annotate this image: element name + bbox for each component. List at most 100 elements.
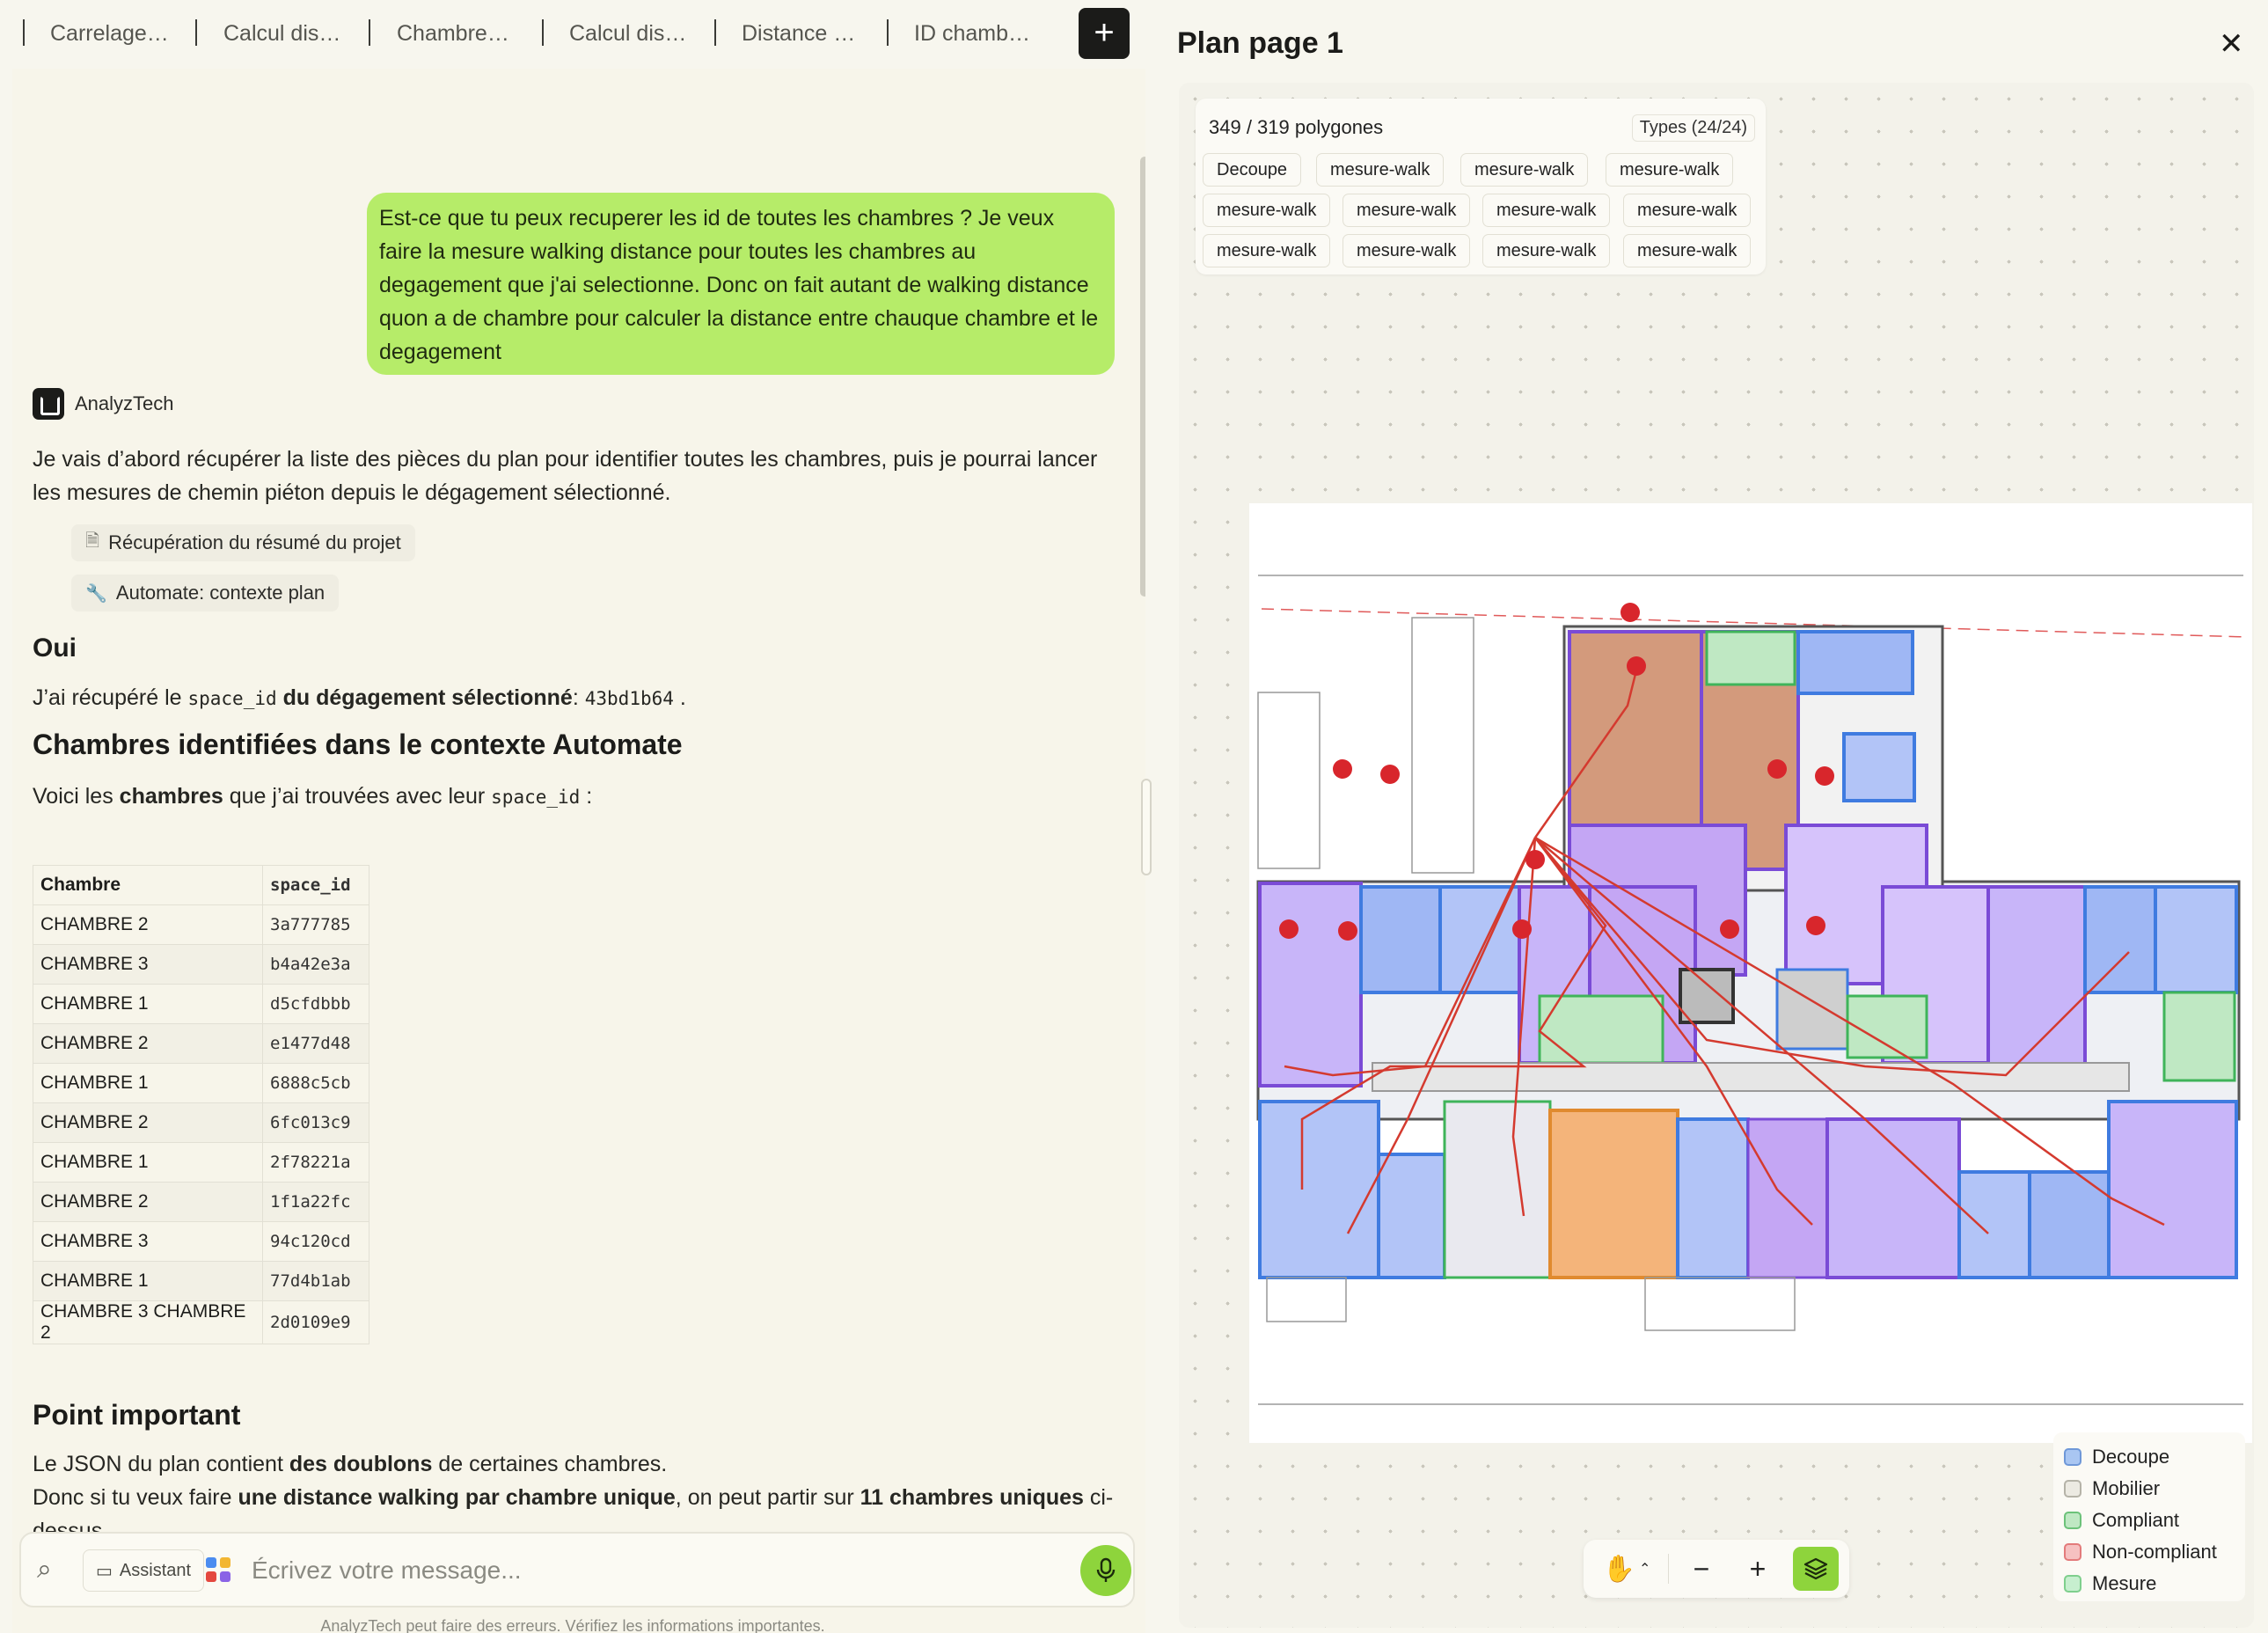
plan-title: Plan page 1 <box>1177 26 1343 60</box>
table-row: CHAMBRE 2 1f1a22fc <box>33 1182 369 1222</box>
chat-bubble-icon: ▭ <box>96 1561 113 1581</box>
rooms-intro-prefix: Voici les <box>33 784 113 809</box>
tool-call-label: Automate: contexte plan <box>115 582 326 604</box>
table-row: CHAMBRE 3 94c120cd <box>33 1221 369 1262</box>
important-2-bold: une distance walking par chambre unique <box>238 1485 676 1510</box>
important-2-mid: , on peut partir sur <box>675 1485 854 1510</box>
room-marker[interactable] <box>1512 919 1532 939</box>
type-tag-mesure-walk[interactable]: mesure-walk <box>1606 153 1734 187</box>
table-row: CHAMBRE 3 b4a42e3a <box>33 944 369 985</box>
column-header-space-id: space_id <box>262 865 369 905</box>
tab-calcul-dis-2[interactable]: Calcul dis… <box>569 18 686 49</box>
microphone-button[interactable] <box>1080 1545 1131 1596</box>
tool-call-project-summary[interactable]: 🗎 Récupération du résumé du projet <box>71 524 415 561</box>
plan-legend: Decoupe Mobilier Compliant Non-compliant Mes… <box>2053 1432 2245 1601</box>
space-id-cell: 3a777785 <box>262 904 369 945</box>
type-tag-mesure-walk[interactable]: mesure-walk <box>1623 194 1752 227</box>
tab-chambre[interactable]: Chambre… <box>397 18 509 49</box>
message-composer: ⌕ ▭ Assistant <box>19 1532 1135 1607</box>
type-tag-mesure-walk[interactable]: mesure-walk <box>1482 234 1611 267</box>
assistant-header: AnalyzTech <box>33 388 174 420</box>
assistant-intro: Je vais d’abord récupérer la liste des p… <box>33 447 1098 505</box>
type-tag-mesure-walk[interactable]: mesure-walk <box>1343 194 1471 227</box>
space-id-cell: 2f78221a <box>262 1142 369 1183</box>
tool-call-automate-context[interactable]: 🔧 Automate: contexte plan <box>71 575 340 611</box>
wrench-icon: 🔧 <box>85 583 107 604</box>
room-marker[interactable] <box>1720 919 1739 939</box>
type-tag-mesure-walk[interactable]: mesure-walk <box>1203 234 1331 267</box>
layers-button[interactable] <box>1793 1547 1839 1591</box>
legend-swatch <box>2064 1448 2081 1466</box>
room-marker[interactable] <box>1621 603 1640 622</box>
type-tag-mesure-walk[interactable]: mesure-walk <box>1460 153 1589 187</box>
space-id-cell: 94c120cd <box>262 1221 369 1262</box>
important-1-end: de certaines chambres. <box>438 1452 668 1476</box>
assistant-mode-label: Assistant <box>119 1560 192 1580</box>
pan-tool-button[interactable]: ✋ ⌃ <box>1594 1548 1659 1590</box>
new-tab-button[interactable]: + <box>1079 8 1130 59</box>
type-tag-decoupe[interactable]: Decoupe <box>1203 153 1302 187</box>
room-marker[interactable] <box>1806 916 1825 935</box>
tab-carrelage[interactable]: Carrelage… <box>50 18 169 49</box>
panel-resize-handle[interactable] <box>1141 779 1152 875</box>
legend-label: Mobilier <box>2092 1477 2161 1499</box>
tab-calcul-dis-1[interactable]: Calcul dis… <box>223 18 340 49</box>
paperclip-icon[interactable]: ⌕ <box>37 1555 52 1585</box>
type-tag-mesure-walk[interactable]: mesure-walk <box>1203 194 1331 227</box>
room-name-cell: CHAMBRE 3 CHAMBRE 2 <box>33 1300 263 1344</box>
type-tag-mesure-walk[interactable]: mesure-walk <box>1623 234 1752 267</box>
room-name-cell: CHAMBRE 3 <box>33 1221 263 1262</box>
room-marker[interactable] <box>1767 759 1787 779</box>
tab-separator <box>23 19 25 46</box>
legend-label: Mesure <box>2092 1572 2157 1594</box>
legend-swatch <box>2064 1543 2081 1561</box>
space-line-end: . <box>679 685 686 710</box>
legend-swatch <box>2064 1480 2081 1498</box>
space-id-cell: 6888c5cb <box>262 1063 369 1103</box>
room-marker[interactable] <box>1627 656 1646 676</box>
room-marker[interactable] <box>1333 759 1352 779</box>
rooms-intro-bold: chambres <box>119 784 223 809</box>
legend-item: Compliant <box>2064 1505 2235 1536</box>
chevron-up-icon: ⌃ <box>1638 1562 1651 1577</box>
legend-label: Non-compliant <box>2092 1541 2217 1563</box>
zoom-out-button[interactable]: − <box>1680 1548 1723 1590</box>
tab-distance[interactable]: Distance … <box>742 18 855 49</box>
types-filter-button[interactable]: Types (24/24) <box>1631 114 1755 142</box>
room-marker[interactable] <box>1815 766 1834 786</box>
type-tag-mesure-walk[interactable]: mesure-walk <box>1343 234 1471 267</box>
chat-scrollbar[interactable] <box>1140 157 1145 597</box>
table-row: CHAMBRE 1 2f78221a <box>33 1142 369 1183</box>
selected-degagement-marker[interactable] <box>1525 850 1545 869</box>
close-icon[interactable]: ✕ <box>2219 26 2244 62</box>
space-line-prefix: J’ai récupéré le <box>33 685 182 710</box>
zoom-in-button[interactable]: + <box>1737 1548 1779 1590</box>
rooms-table: Chambre space_id CHAMBRE 2 3a777785 CHAMBR… <box>33 865 369 1344</box>
room-marker[interactable] <box>1338 921 1357 941</box>
disclaimer-text: AnalyzTech peut faire des erreurs. Vérif… <box>320 1617 825 1633</box>
important-2-bold2: 11 chambres uniques <box>860 1485 1084 1510</box>
heading-oui: Oui <box>33 633 77 663</box>
minus-icon: − <box>1693 1552 1710 1585</box>
legend-label: Compliant <box>2092 1509 2180 1531</box>
chat-panel: Est-ce que tu peux recuperer les id de t… <box>12 69 1145 1633</box>
type-tag-mesure-walk[interactable]: mesure-walk <box>1316 153 1445 187</box>
important-line-1: Le JSON du plan contient des doublons de… <box>33 1447 1123 1481</box>
room-marker[interactable] <box>1380 765 1400 784</box>
tab-id-chambres[interactable]: ID chamb… <box>914 18 1030 49</box>
inline-code: space_id <box>491 787 581 808</box>
apps-icon[interactable] <box>206 1557 232 1584</box>
room-marker[interactable] <box>1279 919 1299 939</box>
user-message-bubble: Est-ce que tu peux recuperer les id de t… <box>367 193 1115 375</box>
type-tag-mesure-walk[interactable]: mesure-walk <box>1482 194 1611 227</box>
message-input[interactable] <box>252 1551 1043 1590</box>
important-1-bold: des doublons <box>289 1452 433 1476</box>
space-line-colon: : <box>572 685 579 710</box>
plan-toolbar: ✋ ⌃ − + <box>1584 1540 1849 1598</box>
legend-item: Decoupe <box>2064 1441 2235 1473</box>
legend-swatch <box>2064 1512 2081 1529</box>
document-icon: 🗎 <box>85 531 100 551</box>
assistant-mode-button[interactable]: ▭ Assistant <box>83 1549 205 1592</box>
floor-plan-sheet[interactable] <box>1249 503 2252 1443</box>
rooms-intro-mid: que j’ai trouvées avec leur <box>229 784 486 809</box>
